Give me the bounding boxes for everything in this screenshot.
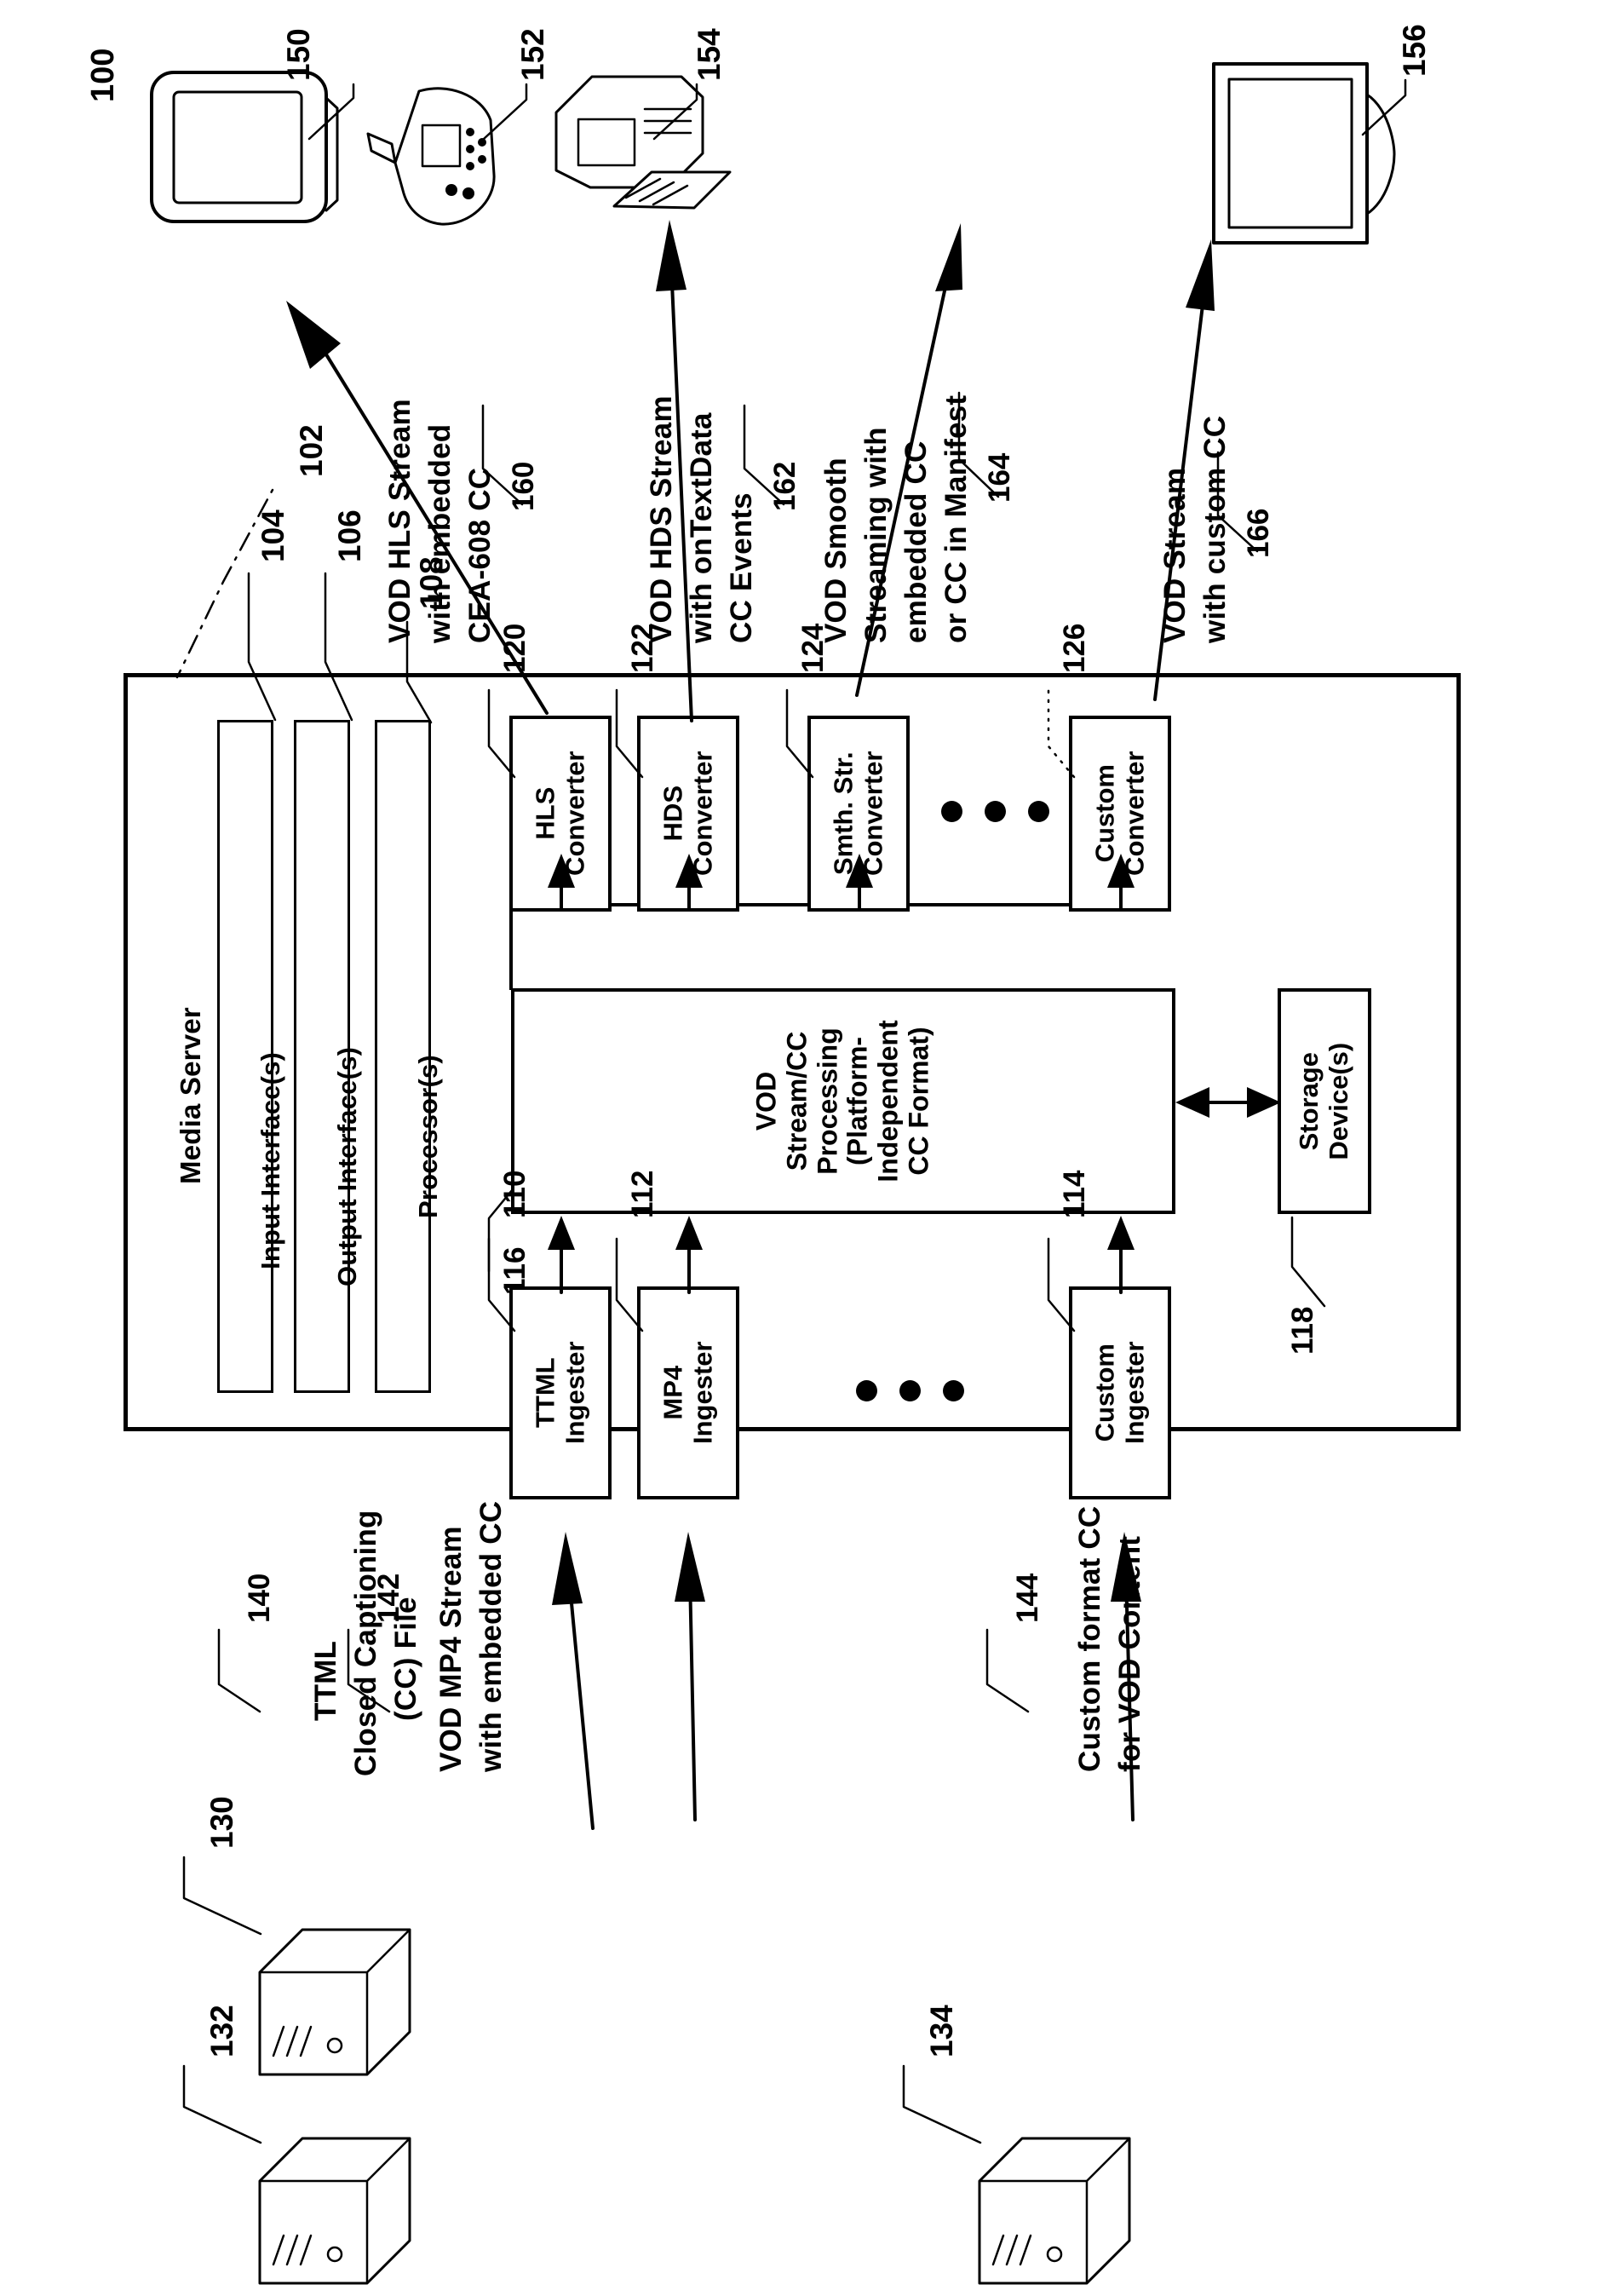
ref-140-leader	[217, 1628, 261, 1713]
proc-line-4: (Platform-	[842, 1036, 873, 1166]
ref-number-132: 132	[204, 2005, 239, 2057]
hds-converter-line1: HDS	[658, 785, 688, 842]
storage-line2: Device(s)	[1324, 1042, 1354, 1160]
proc-line-5: Independent	[872, 1020, 904, 1183]
ref-number-114: 114	[1058, 1170, 1091, 1218]
processors-label: Processor(s)	[413, 1055, 443, 1218]
custom-ingester-label-wrap: Custom Ingester	[1069, 1286, 1171, 1499]
ingesters-ellipsis	[856, 1380, 964, 1401]
ref-number-140: 140	[243, 1573, 276, 1623]
ref-number-130: 130	[204, 1796, 239, 1849]
arrow-hds-output	[656, 220, 693, 722]
mp4-ingester-line2: Ingester	[687, 1341, 718, 1445]
ttml-ingester-label-wrap: TTML Ingester	[509, 1286, 612, 1499]
arrow-bus-to-smth	[846, 854, 873, 910]
ref-number-164: 164	[983, 452, 1016, 503]
ref-number-112: 112	[626, 1170, 659, 1218]
vod-mp4-source-label-line1: VOD MP4 Stream	[434, 1526, 468, 1772]
ref-156-leader	[1361, 78, 1407, 136]
ttml-ingester-line1: TTML	[530, 1357, 560, 1429]
hls-converter-line1: HLS	[530, 787, 560, 840]
ref-number-118: 118	[1286, 1306, 1319, 1355]
ref-number-144: 144	[1011, 1573, 1044, 1623]
storage-devices-label-wrap: Storage Device(s)	[1278, 988, 1371, 1214]
ref-number-100: 100	[85, 48, 121, 102]
ref-126-leader	[1047, 688, 1076, 779]
ref-134-leader	[902, 2064, 982, 2144]
ref-142-leader	[347, 1628, 391, 1713]
vod-smooth-label-line1: VOD Smooth	[819, 457, 853, 643]
arrow-processing-storage	[1175, 1087, 1281, 1118]
arrow-bus-to-custom	[1107, 854, 1135, 910]
proc-line-2: Stream/CC	[781, 1031, 813, 1171]
proc-line-3: Processing	[812, 1027, 843, 1175]
custom-ingester-line1: Custom	[1089, 1344, 1120, 1442]
ref-number-126: 126	[1058, 623, 1091, 673]
ref-114-leader	[1047, 1237, 1076, 1332]
converters-ellipsis	[941, 801, 1049, 822]
ttml-ingester-line2: Ingester	[560, 1341, 590, 1445]
input-interfaces-label: Input Interface(s)	[256, 1051, 285, 1269]
mp4-ingester-label-wrap: MP4 Ingester	[637, 1286, 739, 1499]
arrow-smooth-output	[855, 223, 962, 697]
converter-input-bus	[509, 903, 513, 990]
arrow-custom-ingester-to-processing	[1107, 1216, 1135, 1294]
ref-number-150: 150	[281, 28, 316, 81]
ref-number-166: 166	[1242, 508, 1275, 558]
ref-110-leader	[487, 1237, 516, 1332]
arrow-mp4-source-to-ingester	[675, 1532, 705, 1821]
arrow-ttml-to-processing	[548, 1216, 575, 1294]
ref-number-154: 154	[692, 28, 727, 81]
arrow-ttml-source-to-ingester	[552, 1532, 595, 1830]
ref-number-110: 110	[498, 1170, 531, 1218]
ref-130-leader	[182, 1856, 262, 1936]
storage-line1: Storage	[1294, 1051, 1324, 1151]
arrow-bus-to-hls	[548, 854, 575, 910]
arrow-custom-source-to-ingester	[1111, 1532, 1141, 1821]
arrow-mp4-to-processing	[675, 1216, 703, 1294]
ref-124-leader	[785, 688, 814, 779]
arrow-bus-to-hds	[675, 854, 703, 910]
ref-132-leader	[182, 2064, 262, 2144]
ref-number-142: 142	[372, 1573, 405, 1623]
vod-mp4-source-label-line2: with embedded CC	[474, 1500, 508, 1772]
ref-number-134: 134	[924, 2005, 959, 2057]
ref-154-leader	[652, 83, 698, 141]
ref-number-156: 156	[1397, 24, 1432, 77]
media-server-title: Media Server	[175, 1007, 206, 1184]
ref-144-leader	[985, 1628, 1030, 1713]
proc-line-1: VOD	[750, 1071, 782, 1131]
custom-converter-line1: Custom	[1089, 764, 1120, 863]
arrow-hls-output	[286, 301, 549, 715]
ref-118-leader	[1290, 1216, 1326, 1308]
ref-112-leader	[615, 1237, 644, 1332]
arrow-custom-output	[1153, 239, 1215, 701]
custom-ingester-line2: Ingester	[1119, 1341, 1150, 1445]
mp4-ingester-line1: MP4	[658, 1366, 688, 1420]
ref-number-162: 162	[768, 461, 801, 511]
proc-line-6: CC Format)	[903, 1027, 934, 1176]
output-interfaces-label: Output Interface(s)	[332, 1046, 362, 1286]
